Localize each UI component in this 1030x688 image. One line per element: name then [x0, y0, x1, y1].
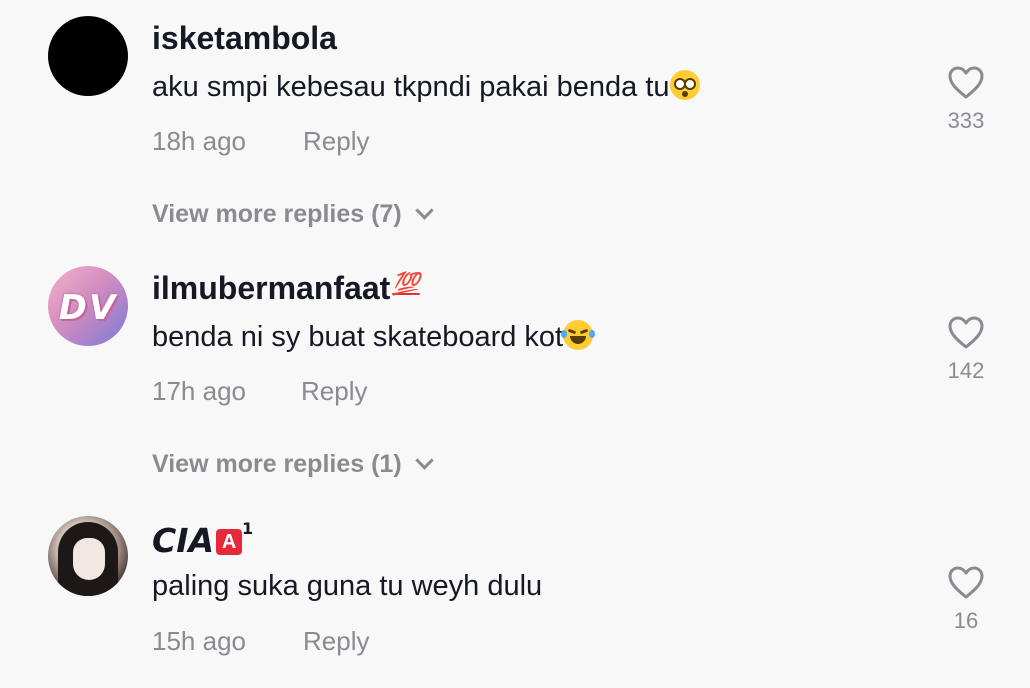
- view-more-label: View more replies (7): [152, 200, 402, 228]
- avatar-logo-text: DV: [58, 288, 118, 328]
- comment-text-body: benda ni sy buat skateboard kot: [152, 321, 564, 353]
- view-more-replies-button[interactable]: View more replies (7): [152, 200, 434, 229]
- comment-text: aku smpi kebesau tkpndi pakai benda tu: [152, 70, 700, 104]
- avatar[interactable]: DV: [48, 266, 128, 346]
- like-button[interactable]: 142: [936, 316, 996, 384]
- comment-timestamp: 18h ago: [152, 126, 246, 156]
- flushed-face-icon: [669, 70, 700, 100]
- comment-username-text: ilmubermanfaat: [152, 270, 391, 306]
- reply-button[interactable]: Reply: [303, 626, 369, 657]
- heart-outline-icon: [948, 316, 984, 349]
- like-count: 16: [953, 608, 979, 633]
- a-button-badge-icon: A: [216, 529, 243, 555]
- comment-username[interactable]: isketambola: [152, 20, 337, 57]
- comment-username[interactable]: CIA A1: [152, 519, 253, 560]
- like-button[interactable]: 333: [936, 66, 996, 134]
- avatar[interactable]: [48, 516, 128, 596]
- view-more-replies-button[interactable]: View more replies (1): [152, 450, 434, 479]
- comment-timestamp: 15h ago: [152, 626, 246, 656]
- hundred-points-icon: 💯: [392, 271, 420, 296]
- comment-text: benda ni sy buat skateboard kot: [152, 320, 596, 354]
- chevron-down-icon: [414, 451, 434, 470]
- chevron-down-icon: [414, 201, 434, 220]
- reply-button[interactable]: Reply: [303, 126, 369, 157]
- like-button[interactable]: 16: [936, 566, 996, 634]
- like-count: 333: [947, 108, 985, 133]
- comment-timestamp: 17h ago: [152, 376, 246, 406]
- comment-text-body: aku smpi kebesau tkpndi pakai benda tu: [152, 71, 670, 103]
- badge-superscript: 1: [242, 519, 254, 538]
- face-with-tears-of-joy-icon: [561, 320, 596, 350]
- comment-text: paling suka guna tu weyh dulu: [152, 570, 543, 602]
- heart-outline-icon: [948, 566, 984, 599]
- like-count: 142: [947, 358, 985, 383]
- heart-outline-icon: [948, 66, 984, 99]
- comment-username-text: CIA: [152, 521, 215, 560]
- view-more-label: View more replies (1): [152, 450, 402, 478]
- comment-username[interactable]: ilmubermanfaat💯: [152, 270, 420, 307]
- reply-button[interactable]: Reply: [301, 376, 367, 407]
- avatar[interactable]: [48, 16, 128, 96]
